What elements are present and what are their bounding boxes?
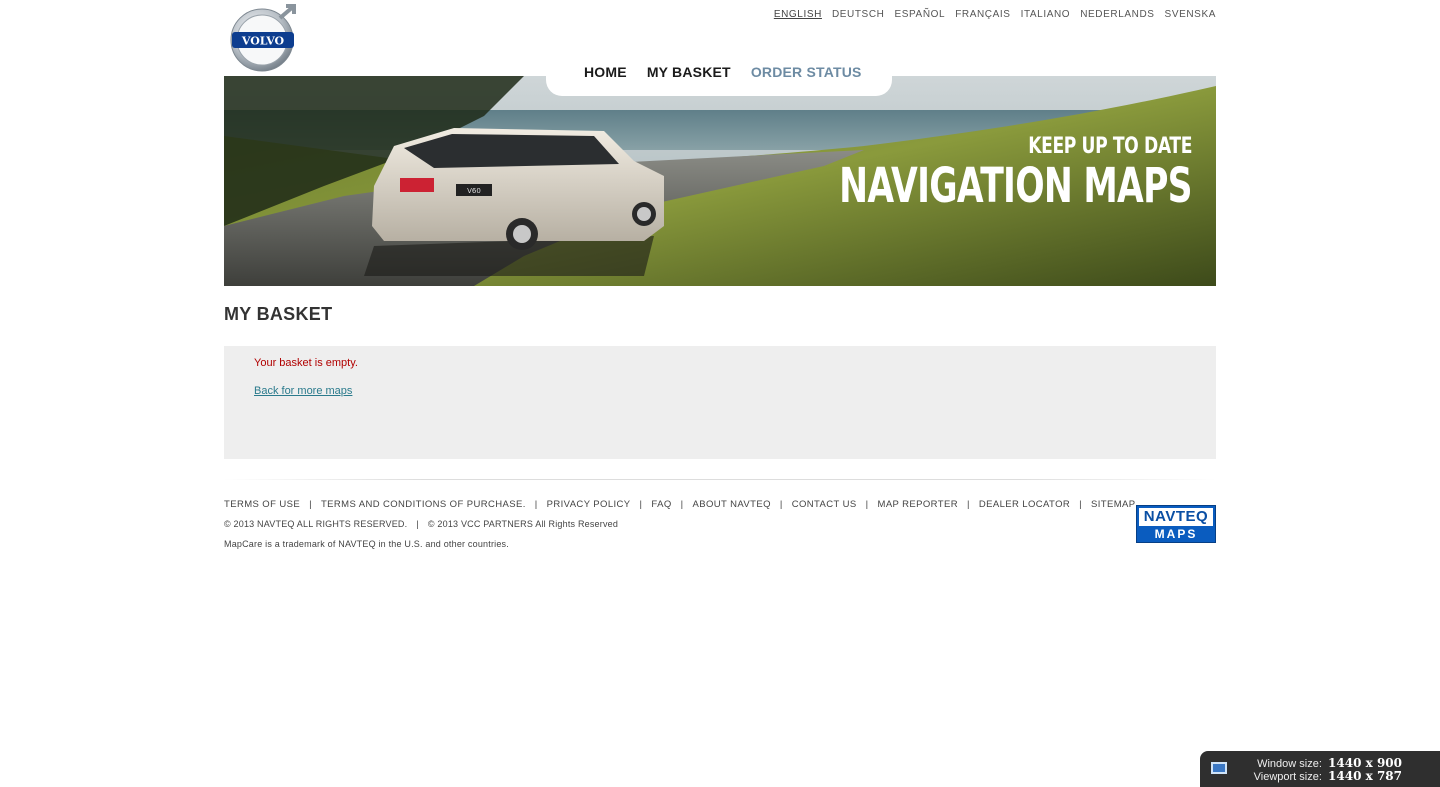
basket-panel: Your basket is empty. Back for more maps [224, 346, 1216, 459]
viewport-size-label: Viewport size: [1253, 771, 1322, 783]
copyright-vcc: © 2013 VCC PARTNERS All Rights Reserved [427, 519, 619, 529]
language-english[interactable]: ENGLISH [774, 9, 822, 20]
language-español[interactable]: ESPAÑOL [894, 9, 945, 20]
hero-banner: V60 KEEP UP TO DATE NAVIGATION MAPS [224, 76, 1216, 286]
logo-text: VOLVO [241, 35, 285, 48]
separator: | [534, 499, 538, 510]
window-icon[interactable] [1211, 762, 1227, 774]
footer-divider [224, 479, 1216, 480]
language-nederlands[interactable]: NEDERLANDS [1080, 9, 1154, 20]
trademark-notice: MapCare is a trademark of NAVTEQ in the … [224, 539, 509, 549]
language-français[interactable]: FRANÇAIS [955, 9, 1010, 20]
footer-link[interactable]: DEALER LOCATOR [979, 499, 1070, 510]
window-size-value: 1440 x 900 [1328, 756, 1402, 770]
viewport-size-row: Viewport size: 1440 x 787 [1254, 769, 1402, 783]
separator: | [1079, 499, 1083, 510]
navteq-logo-text: NAVTEQ [1139, 508, 1213, 526]
hero-title: NAVIGATION MAPS [839, 158, 1192, 214]
maps-logo-text: MAPS [1154, 527, 1198, 541]
hero-subtitle: KEEP UP TO DATE [1028, 134, 1192, 159]
copyright-line: © 2013 NAVTEQ ALL RIGHTS RESERVED. | © 2… [224, 519, 618, 529]
separator: | [680, 499, 684, 510]
footer-links: TERMS OF USE | TERMS AND CONDITIONS OF PUR… [224, 499, 1136, 510]
footer-link[interactable]: TERMS AND CONDITIONS OF PURCHASE. [321, 499, 526, 510]
car-badge: V60 [467, 187, 481, 195]
separator: | [309, 499, 312, 510]
separator: | [416, 519, 419, 529]
separator: | [865, 499, 869, 510]
nav-home[interactable]: HOME [584, 64, 627, 80]
nav-order-status[interactable]: ORDER STATUS [751, 64, 862, 80]
copyright-navteq: © 2013 NAVTEQ ALL RIGHTS RESERVED. [224, 519, 408, 529]
separator: | [639, 499, 643, 510]
footer-link[interactable]: FAQ [651, 499, 671, 510]
navteq-maps-logo[interactable]: NAVTEQ MAPS [1136, 505, 1216, 543]
window-size-overlay: Window size: 1440 x 900 Viewport size: 1… [1200, 751, 1440, 787]
volvo-logo[interactable]: VOLVO [228, 4, 300, 72]
footer-link[interactable]: SITEMAP [1091, 499, 1136, 510]
footer-link[interactable]: ABOUT NAVTEQ [693, 499, 771, 510]
separator: | [966, 499, 970, 510]
main-nav: HOME MY BASKET ORDER STATUS [584, 64, 862, 80]
language-svenska[interactable]: SVENSKA [1165, 9, 1216, 20]
viewport-size-value: 1440 x 787 [1328, 769, 1402, 783]
window-size-row: Window size: 1440 x 900 [1257, 756, 1402, 770]
nav-my-basket[interactable]: MY BASKET [647, 64, 731, 80]
language-italiano[interactable]: ITALIANO [1021, 9, 1071, 20]
empty-basket-message: Your basket is empty. [254, 357, 358, 369]
language-selector: ENGLISH DEUTSCH ESPAÑOL FRANÇAIS ITALIANO NED… [774, 9, 1216, 20]
language-deutsch[interactable]: DEUTSCH [832, 9, 885, 20]
back-for-more-maps-link[interactable]: Back for more maps [254, 385, 352, 397]
footer-link[interactable]: PRIVACY POLICY [547, 499, 631, 510]
footer-link[interactable]: CONTACT US [792, 499, 857, 510]
footer-link[interactable]: TERMS OF USE [224, 499, 300, 510]
separator: | [779, 499, 783, 510]
footer-link[interactable]: MAP REPORTER [878, 499, 958, 510]
page-title: MY BASKET [224, 304, 333, 324]
